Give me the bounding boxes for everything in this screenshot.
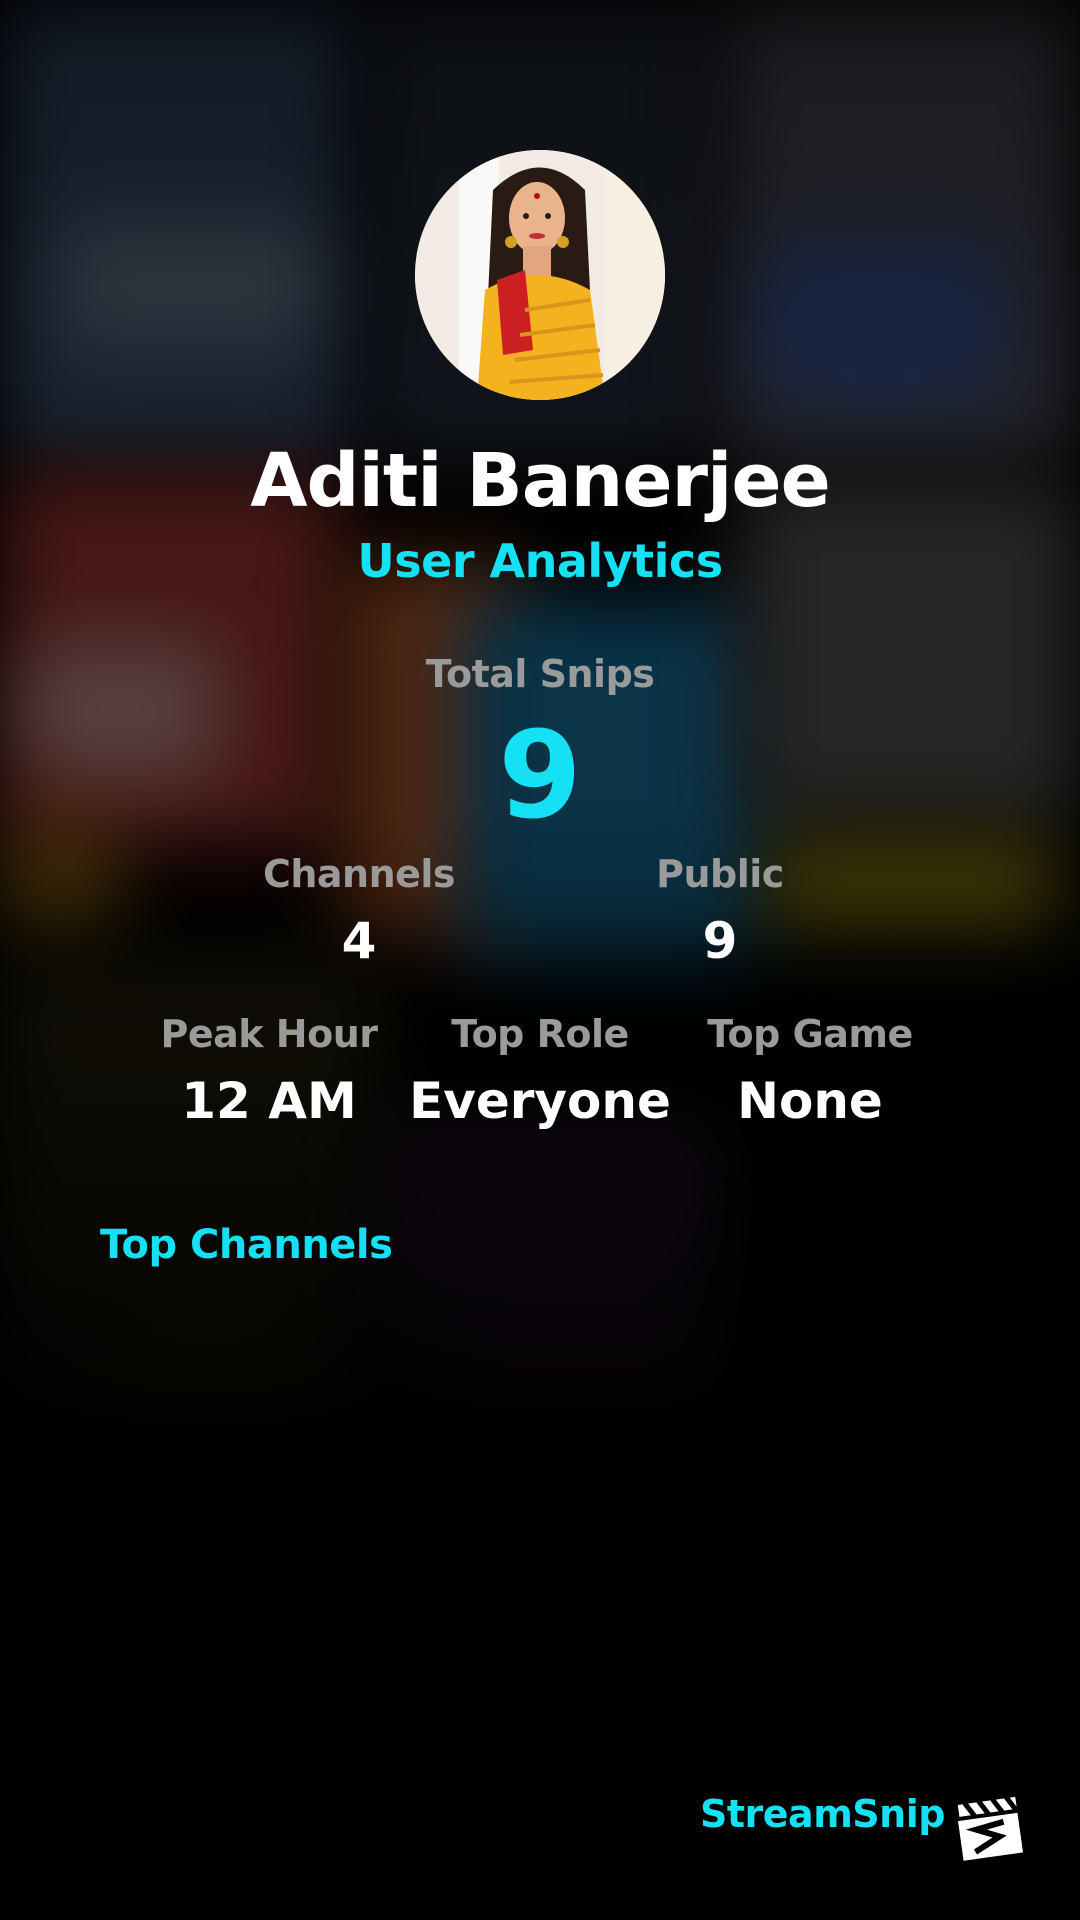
page-subtitle: User Analytics bbox=[357, 534, 723, 588]
brand-name: StreamSnip bbox=[700, 1792, 945, 1836]
top-game-label: Top Game bbox=[707, 1012, 913, 1056]
clapperboard-logo-icon bbox=[948, 1786, 1028, 1866]
top-role-value: Everyone bbox=[409, 1072, 671, 1130]
top-role-label: Top Role bbox=[451, 1012, 629, 1056]
peak-hour-label: Peak Hour bbox=[160, 1012, 378, 1056]
top-game-value: None bbox=[737, 1072, 883, 1130]
total-snips-label: Total Snips bbox=[425, 652, 655, 696]
avatar-portrait bbox=[415, 150, 665, 400]
total-snips-value: 9 bbox=[498, 707, 582, 846]
top-channels-heading: Top Channels bbox=[100, 1222, 393, 1268]
analytics-card: Aditi Banerjee User Analytics Total Snip… bbox=[0, 0, 1080, 1920]
avatar bbox=[415, 150, 665, 400]
user-name: Aditi Banerjee bbox=[250, 438, 831, 524]
public-value: 9 bbox=[702, 912, 738, 970]
channels-value: 4 bbox=[341, 912, 377, 970]
public-label: Public bbox=[656, 852, 784, 896]
channels-label: Channels bbox=[262, 852, 456, 896]
peak-hour-value: 12 AM bbox=[181, 1072, 357, 1130]
